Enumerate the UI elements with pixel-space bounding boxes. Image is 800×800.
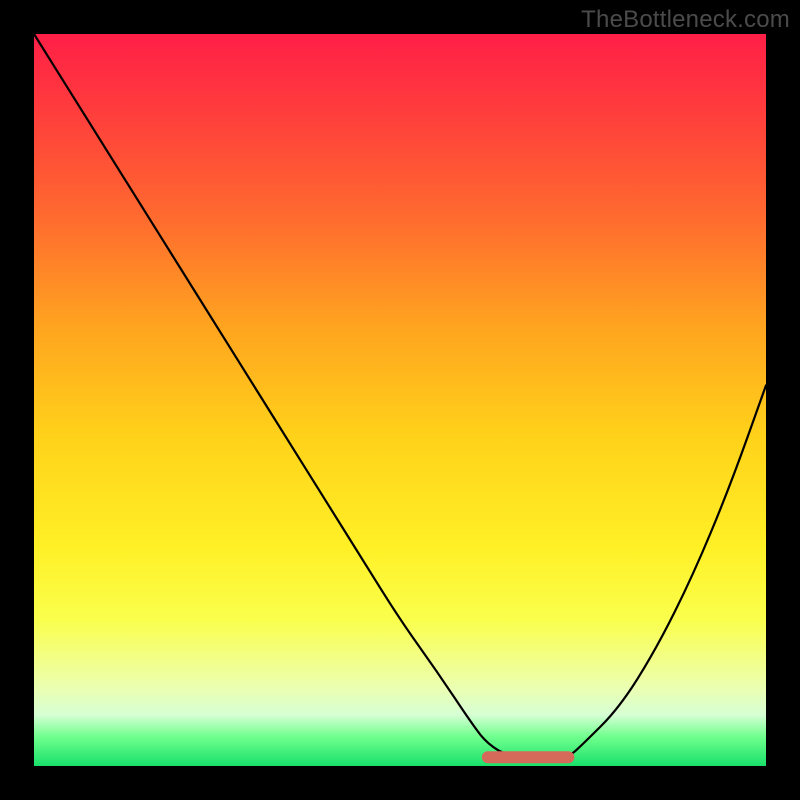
chart-frame: TheBottleneck.com [0, 0, 800, 800]
curve-path [34, 34, 766, 757]
bottleneck-curve [34, 34, 766, 766]
watermark-text: TheBottleneck.com [581, 6, 790, 34]
